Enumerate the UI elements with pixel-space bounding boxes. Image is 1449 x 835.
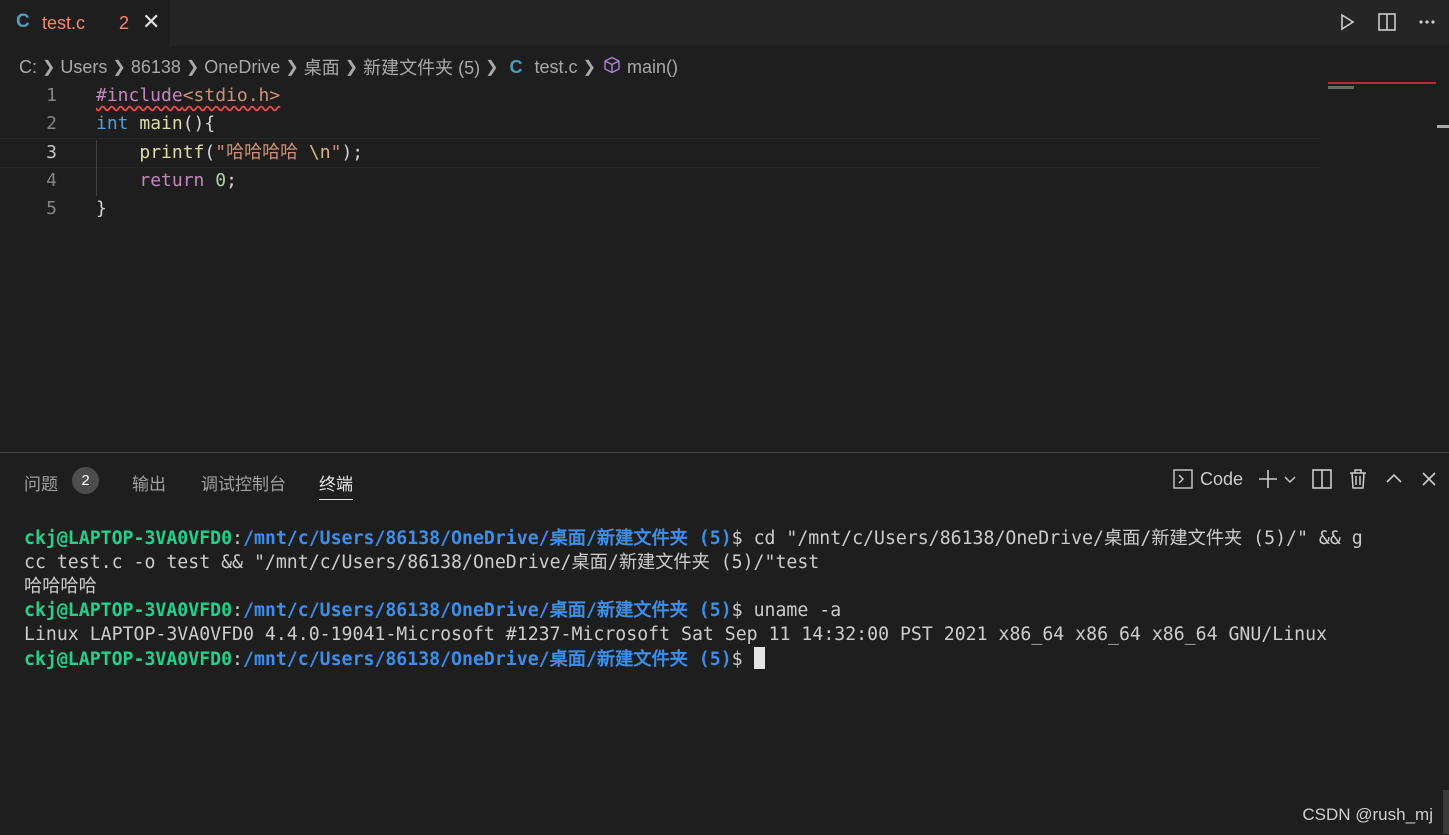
panel-scrollbar[interactable] bbox=[1443, 790, 1449, 834]
c-file-icon: C bbox=[16, 11, 30, 32]
split-terminal-icon[interactable] bbox=[1311, 468, 1333, 490]
token-function: main bbox=[139, 113, 183, 134]
token-punct: ; bbox=[226, 170, 237, 191]
token-string-end: " bbox=[330, 142, 342, 163]
cube-symbol-icon bbox=[603, 56, 621, 79]
chevron-right-icon: ❯ bbox=[485, 59, 499, 76]
breadcrumb-user-folder[interactable]: 86138 bbox=[131, 57, 181, 78]
close-icon[interactable]: ✕ bbox=[142, 9, 160, 35]
token-escape: \n bbox=[308, 142, 331, 163]
more-icon[interactable] bbox=[1415, 10, 1439, 34]
breadcrumb-onedrive[interactable]: OneDrive bbox=[204, 57, 280, 78]
token-type: int bbox=[96, 113, 129, 134]
token-number: 0 bbox=[215, 170, 227, 191]
terminal-icon bbox=[1173, 469, 1193, 489]
breadcrumb-file[interactable]: test.c bbox=[535, 57, 578, 78]
code-line: 1 #include<stdio.h> bbox=[0, 82, 1320, 110]
token-function: printf bbox=[139, 142, 205, 163]
terminal-line: ckj@LAPTOP-3VA0VFD0:/mnt/c/Users/86138/O… bbox=[24, 528, 1363, 549]
tab-filename[interactable]: test.c bbox=[42, 13, 85, 34]
breadcrumb-users[interactable]: Users bbox=[60, 57, 107, 78]
panel-actions: Code bbox=[1172, 468, 1439, 490]
trash-icon[interactable] bbox=[1347, 468, 1369, 490]
indent-guide bbox=[96, 140, 97, 196]
line-number: 1 bbox=[46, 85, 57, 106]
code-line: 4 return 0; bbox=[0, 167, 1320, 195]
run-icon[interactable] bbox=[1335, 10, 1359, 34]
tab-problem-count: 2 bbox=[119, 13, 130, 33]
tab-test-c[interactable]: C test.c 2 ✕ bbox=[0, 0, 170, 46]
chevron-right-icon: ❯ bbox=[582, 59, 596, 76]
line-number: 2 bbox=[46, 113, 57, 134]
token-string: "哈哈哈哈 bbox=[215, 142, 309, 163]
chevron-right-icon: ❯ bbox=[42, 59, 56, 76]
chevron-right-icon: ❯ bbox=[285, 59, 299, 76]
bottom-panel: 问题 2 输出 调试控制台 终端 Code ckj@LAPTOP-3VA0VFD… bbox=[0, 452, 1449, 835]
code-line: 5 } bbox=[0, 195, 1320, 223]
token-keyword: return bbox=[139, 170, 205, 191]
problems-badge: 2 bbox=[72, 467, 99, 494]
tab-terminal[interactable]: 终端 bbox=[319, 470, 353, 500]
line-number: 4 bbox=[46, 170, 57, 191]
terminal-prompt-line: ckj@LAPTOP-3VA0VFD0:/mnt/c/Users/86138/O… bbox=[24, 647, 1363, 672]
c-file-icon: C bbox=[509, 56, 523, 77]
chevron-right-icon: ❯ bbox=[112, 59, 126, 76]
terminal-line: ckj@LAPTOP-3VA0VFD0:/mnt/c/Users/86138/O… bbox=[24, 600, 842, 621]
terminal-line: 哈哈哈哈 bbox=[24, 576, 97, 597]
tab-debug-console[interactable]: 调试控制台 bbox=[201, 470, 286, 495]
terminal-line: cc test.c -o test && "/mnt/c/Users/86138… bbox=[24, 552, 820, 573]
editor-scrollbar-marker[interactable] bbox=[1437, 125, 1449, 128]
panel-close-icon[interactable] bbox=[1419, 469, 1439, 489]
chevron-right-icon: ❯ bbox=[344, 59, 359, 76]
terminal-line: Linux LAPTOP-3VA0VFD0 4.4.0-19041-Micros… bbox=[24, 624, 1328, 645]
token-punct: } bbox=[96, 198, 107, 219]
breadcrumb-symbol[interactable]: main() bbox=[627, 57, 678, 78]
terminal-profile-label: Code bbox=[1199, 468, 1243, 489]
line-number: 3 bbox=[46, 142, 57, 163]
breadcrumb: C: ❯ Users ❯ 86138 ❯ OneDrive ❯ 桌面 ❯ 新建文… bbox=[19, 54, 678, 80]
code-line: 2 int main(){ bbox=[0, 110, 1320, 138]
breadcrumb-new-folder[interactable]: 新建文件夹 (5) bbox=[363, 54, 480, 80]
token-punct: ); bbox=[341, 142, 364, 163]
terminal-profile[interactable]: Code bbox=[1172, 468, 1243, 490]
breadcrumb-desktop[interactable]: 桌面 bbox=[304, 54, 340, 80]
chevron-up-icon[interactable] bbox=[1383, 468, 1405, 490]
token-header: <stdio.h> bbox=[182, 85, 281, 106]
code-line-active: 3 printf("哈哈哈哈 \n"); bbox=[0, 138, 1320, 168]
chevron-down-icon[interactable] bbox=[1283, 472, 1297, 486]
plus-icon[interactable] bbox=[1257, 468, 1279, 490]
tab-output[interactable]: 输出 bbox=[132, 470, 166, 495]
line-number: 5 bbox=[46, 198, 57, 219]
token-punct: (){ bbox=[182, 113, 216, 134]
editor-tab-bar: C test.c 2 ✕ bbox=[0, 0, 1449, 46]
watermark: CSDN @rush_mj bbox=[1302, 805, 1433, 824]
minimap[interactable] bbox=[1328, 82, 1436, 90]
chevron-right-icon: ❯ bbox=[185, 59, 200, 76]
breadcrumb-drive[interactable]: C: bbox=[19, 57, 37, 78]
token-punct: ( bbox=[204, 142, 216, 163]
editor-actions bbox=[1335, 10, 1439, 34]
split-editor-icon[interactable] bbox=[1375, 10, 1399, 34]
tab-problems[interactable]: 问题 bbox=[24, 470, 58, 495]
terminal-output[interactable]: ckj@LAPTOP-3VA0VFD0:/mnt/c/Users/86138/O… bbox=[24, 527, 1363, 672]
terminal-cursor bbox=[753, 647, 765, 669]
token-directive: #include bbox=[96, 85, 183, 106]
